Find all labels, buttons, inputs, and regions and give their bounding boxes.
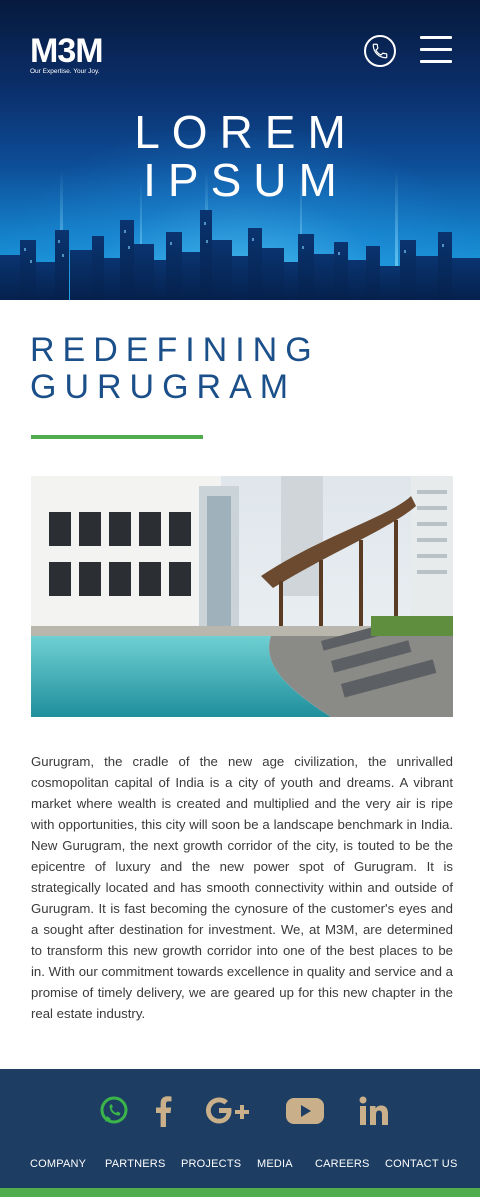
- footer-link-company[interactable]: COMPANY: [30, 1158, 86, 1170]
- menu-line-icon: [420, 36, 452, 39]
- linkedin-link[interactable]: [356, 1091, 392, 1131]
- youtube-icon: [286, 1098, 324, 1124]
- menu-line-icon: [420, 48, 452, 51]
- footer-link-contact[interactable]: CONTACT US: [385, 1158, 458, 1170]
- footer-accent-bar: [0, 1188, 480, 1197]
- logo-tagline: Our Expertise. Your Joy.: [30, 68, 100, 75]
- hero-title-line1: LOREM: [134, 106, 358, 158]
- google-plus-link[interactable]: [203, 1091, 253, 1131]
- facebook-icon: [156, 1096, 172, 1127]
- footer-link-partners[interactable]: PARTNERS: [105, 1158, 165, 1170]
- social-links: [0, 1091, 480, 1131]
- phone-button[interactable]: [364, 35, 396, 67]
- footer-link-careers[interactable]: CAREERS: [315, 1158, 370, 1170]
- hero-title-line2: IPSUM: [143, 154, 349, 206]
- menu-line-icon: [420, 60, 452, 63]
- whatsapp-link[interactable]: [96, 1091, 132, 1131]
- hamburger-menu-button[interactable]: [420, 36, 452, 64]
- footer: [0, 1069, 480, 1197]
- footer-link-projects[interactable]: PROJECTS: [181, 1158, 241, 1170]
- section-title-line2: GURUGRAM: [30, 368, 297, 406]
- facebook-link[interactable]: [148, 1091, 178, 1131]
- footer-nav: COMPANY PARTNERS PROJECTS MEDIA CAREERS …: [0, 1158, 480, 1172]
- whatsapp-icon: [100, 1096, 128, 1124]
- hero-banner: M3M Our Expertise. Your Joy. LOREM IPSUM: [0, 0, 480, 300]
- title-underline: [31, 435, 203, 439]
- pool-photo: [31, 476, 453, 717]
- m3m-logo[interactable]: M3M Our Expertise. Your Joy.: [30, 34, 110, 75]
- intro-paragraph: Gurugram, the cradle of the new age civi…: [31, 754, 453, 1021]
- phone-icon: [372, 43, 388, 59]
- hero-title: LOREM IPSUM: [0, 108, 480, 204]
- section-title: REDEFINING GURUGRAM: [30, 332, 320, 406]
- linkedin-icon: [359, 1096, 388, 1125]
- section-title-line1: REDEFINING: [30, 331, 320, 369]
- google-plus-icon: [206, 1097, 249, 1124]
- footer-link-media[interactable]: MEDIA: [257, 1158, 293, 1170]
- youtube-link[interactable]: [284, 1091, 326, 1131]
- logo-mark: M3M: [30, 32, 104, 70]
